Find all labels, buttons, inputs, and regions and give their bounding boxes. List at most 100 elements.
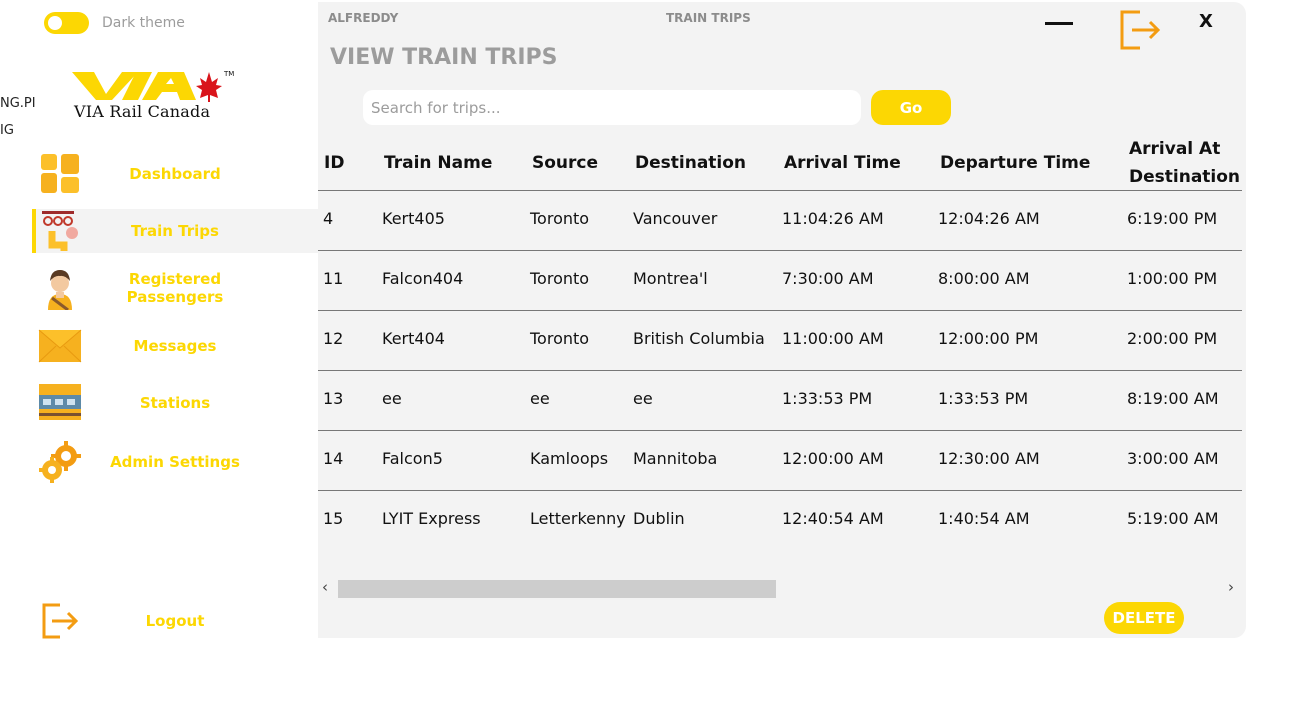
sidebar-item-registered-passengers[interactable]: Registered Passengers bbox=[32, 266, 318, 310]
dark-theme-toggle[interactable] bbox=[44, 12, 89, 34]
table-row[interactable]: 15 LYIT Express Letterkenny Dublin 12:40… bbox=[318, 491, 1242, 551]
cell-destination: Vancouver bbox=[633, 209, 718, 228]
train-icon bbox=[42, 211, 78, 251]
cell-arrival-time: 11:04:26 AM bbox=[782, 209, 884, 228]
gear-icon bbox=[39, 441, 81, 483]
cell-destination: Montrea'l bbox=[633, 269, 708, 288]
cell-destination: British Columbia bbox=[633, 329, 765, 348]
cell-id: 11 bbox=[323, 269, 344, 288]
cell-departure-time: 8:00:00 AM bbox=[938, 269, 1030, 288]
dashboard-icon bbox=[41, 154, 79, 193]
cell-departure-time: 12:04:26 AM bbox=[938, 209, 1040, 228]
table-row[interactable]: 12 Kert404 Toronto British Columbia 11:0… bbox=[318, 311, 1242, 371]
table-header: ID Train Name Source Destination Arrival… bbox=[318, 133, 1242, 191]
delete-button[interactable]: DELETE bbox=[1104, 602, 1184, 634]
scrollbar-thumb[interactable] bbox=[338, 580, 776, 598]
cell-destination: Dublin bbox=[633, 509, 685, 528]
cell-departure-time: 1:40:54 AM bbox=[938, 509, 1030, 528]
cell-destination: ee bbox=[633, 389, 653, 408]
sidebar-item-dashboard[interactable]: Dashboard bbox=[32, 152, 318, 196]
cell-arrival-at-destination: 3:00:00 AM bbox=[1127, 449, 1219, 468]
sidebar-item-admin-settings[interactable]: Admin Settings bbox=[32, 440, 318, 484]
cell-train-name: Falcon404 bbox=[382, 269, 464, 288]
scroll-right-icon[interactable]: › bbox=[1228, 578, 1234, 596]
section-title: TRAIN TRIPS bbox=[666, 11, 751, 25]
cell-id: 15 bbox=[323, 509, 344, 528]
scroll-left-icon[interactable]: ‹ bbox=[322, 578, 328, 596]
sidebar-item-stations[interactable]: Stations bbox=[32, 381, 318, 425]
sidebar-item-messages[interactable]: Messages bbox=[32, 324, 318, 368]
cell-id: 14 bbox=[323, 449, 344, 468]
clipped-text: IG bbox=[0, 123, 14, 138]
cell-source: Toronto bbox=[530, 329, 590, 348]
logout-label: Logout bbox=[145, 612, 205, 630]
cell-source: Toronto bbox=[530, 269, 590, 288]
envelope-icon bbox=[38, 329, 82, 363]
sidebar-item-label: Admin Settings bbox=[110, 453, 240, 471]
svg-text:TM: TM bbox=[223, 70, 234, 78]
minimize-button[interactable] bbox=[1045, 22, 1073, 25]
toggle-knob bbox=[48, 16, 62, 30]
cell-arrival-time: 12:00:00 AM bbox=[782, 449, 884, 468]
cell-source: ee bbox=[530, 389, 550, 408]
sidebar-item-label: Dashboard bbox=[129, 165, 221, 183]
logo-text: VIA Rail Canada bbox=[74, 102, 211, 121]
cell-arrival-time: 1:33:53 PM bbox=[782, 389, 873, 408]
logout-icon bbox=[42, 603, 79, 639]
horizontal-scrollbar[interactable]: ‹ › bbox=[318, 578, 1242, 598]
cell-train-name: Falcon5 bbox=[382, 449, 443, 468]
trips-table: ID Train Name Source Destination Arrival… bbox=[318, 133, 1242, 578]
cell-train-name: Kert404 bbox=[382, 329, 445, 348]
dark-theme-label: Dark theme bbox=[102, 15, 185, 31]
column-header-train-name[interactable]: Train Name bbox=[384, 149, 492, 177]
exit-icon[interactable] bbox=[1118, 8, 1162, 52]
column-header-source[interactable]: Source bbox=[532, 149, 598, 177]
passenger-icon bbox=[48, 270, 72, 310]
table-row[interactable]: 14 Falcon5 Kamloops Mannitoba 12:00:00 A… bbox=[318, 431, 1242, 491]
cell-departure-time: 12:00:00 PM bbox=[938, 329, 1039, 348]
cell-arrival-time: 11:00:00 AM bbox=[782, 329, 884, 348]
cell-id: 13 bbox=[323, 389, 344, 408]
station-icon bbox=[39, 384, 81, 420]
cell-id: 4 bbox=[323, 209, 334, 228]
cell-source: Letterkenny bbox=[530, 509, 626, 528]
active-indicator bbox=[32, 209, 36, 253]
table-row[interactable]: 13 ee ee ee 1:33:53 PM 1:33:53 PM 8:19:0… bbox=[318, 371, 1242, 431]
sidebar-item-label: Registered Passengers bbox=[126, 270, 224, 306]
table-row[interactable]: 11 Falcon404 Toronto Montrea'l 7:30:00 A… bbox=[318, 251, 1242, 311]
go-button[interactable]: Go bbox=[871, 90, 951, 125]
cell-source: Kamloops bbox=[530, 449, 609, 468]
cell-destination: Mannitoba bbox=[633, 449, 718, 468]
current-user: ALFREDDY bbox=[328, 11, 399, 25]
sidebar-item-label: Stations bbox=[139, 394, 211, 412]
table-row[interactable]: 4 Kert405 Toronto Vancouver 11:04:26 AM … bbox=[318, 191, 1242, 251]
dark-theme-toggle-row: Dark theme bbox=[44, 12, 185, 34]
clipped-text: NG.PI bbox=[0, 96, 36, 111]
cell-train-name: Kert405 bbox=[382, 209, 445, 228]
cell-arrival-at-destination: 8:19:00 AM bbox=[1127, 389, 1219, 408]
column-header-id[interactable]: ID bbox=[324, 149, 344, 177]
cell-source: Toronto bbox=[530, 209, 590, 228]
cell-arrival-time: 12:40:54 AM bbox=[782, 509, 884, 528]
sidebar-item-label: Messages bbox=[133, 337, 217, 355]
search-input[interactable] bbox=[363, 90, 861, 125]
cell-departure-time: 1:33:53 PM bbox=[938, 389, 1029, 408]
sidebar-item-label: Train Trips bbox=[131, 222, 219, 240]
cell-departure-time: 12:30:00 AM bbox=[938, 449, 1040, 468]
cell-arrival-at-destination: 5:19:00 AM bbox=[1127, 509, 1219, 528]
sidebar-item-train-trips[interactable]: Train Trips bbox=[32, 209, 318, 253]
cell-arrival-time: 7:30:00 AM bbox=[782, 269, 874, 288]
cell-arrival-at-destination: 6:19:00 PM bbox=[1127, 209, 1218, 228]
cell-id: 12 bbox=[323, 329, 344, 348]
logout-button[interactable]: Logout bbox=[32, 599, 318, 643]
column-header-arrival-at-destination[interactable]: Arrival At Destination bbox=[1129, 135, 1242, 191]
cell-arrival-at-destination: 1:00:00 PM bbox=[1127, 269, 1218, 288]
close-button[interactable]: X bbox=[1199, 11, 1213, 32]
page-title: VIEW TRAIN TRIPS bbox=[330, 45, 558, 70]
column-header-arrival-time[interactable]: Arrival Time bbox=[784, 149, 901, 177]
column-header-departure-time[interactable]: Departure Time bbox=[940, 149, 1090, 177]
column-header-destination[interactable]: Destination bbox=[635, 149, 746, 177]
cell-arrival-at-destination: 2:00:00 PM bbox=[1127, 329, 1218, 348]
cell-train-name: ee bbox=[382, 389, 402, 408]
cell-train-name: LYIT Express bbox=[382, 509, 481, 528]
